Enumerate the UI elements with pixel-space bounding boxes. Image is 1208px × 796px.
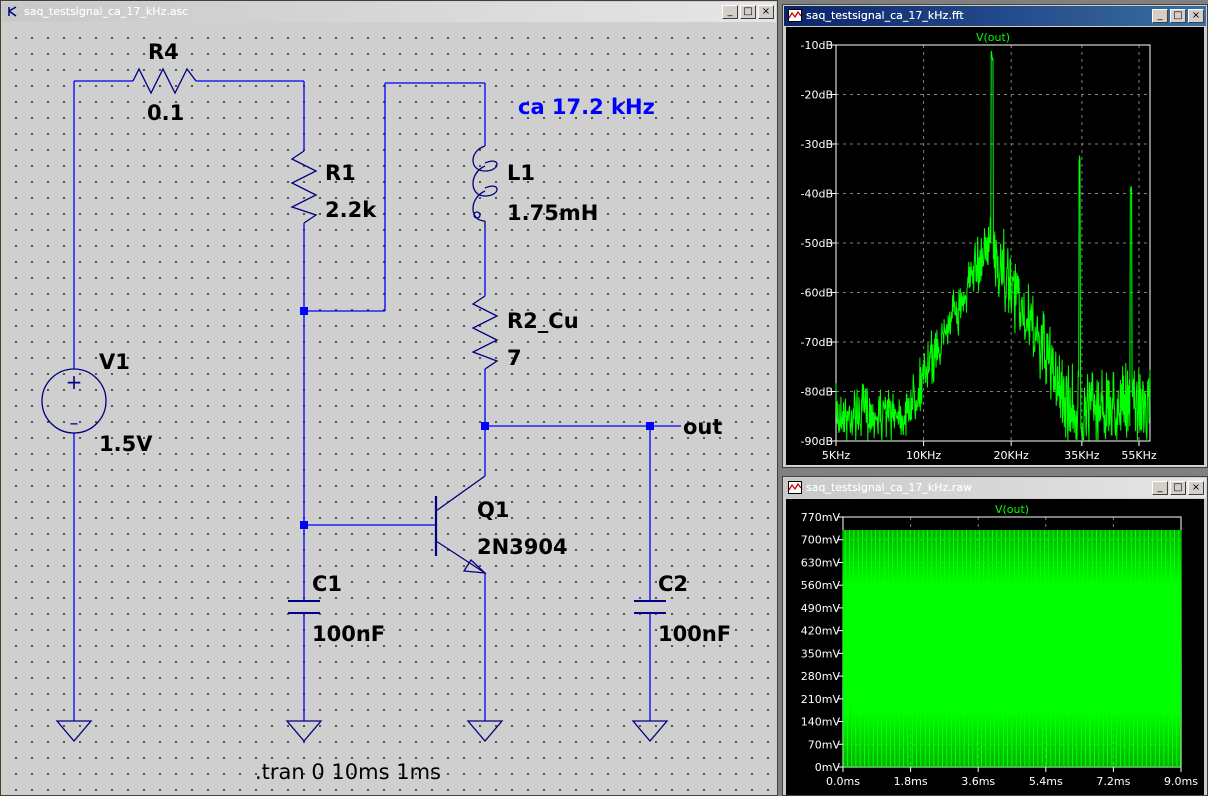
c2-name: C2 bbox=[658, 572, 688, 596]
fft-y-tick-label: -50dB bbox=[801, 237, 834, 250]
r1-symbol bbox=[290, 150, 318, 224]
raw-x-tick-label: 1.8ms bbox=[894, 775, 928, 788]
r4-value: 0.1 bbox=[147, 101, 184, 125]
raw-y-tick-label: 140mV bbox=[801, 716, 841, 729]
raw-y-tick-label: 420mV bbox=[801, 625, 841, 638]
waveform-app-icon bbox=[788, 9, 802, 22]
fft-window[interactable]: saq_testsignal_ca_17_kHz.fft _ □ × -10dB… bbox=[782, 4, 1208, 468]
r1-value: 2.2k bbox=[325, 198, 377, 222]
raw-y-tick-label: 560mV bbox=[801, 579, 841, 592]
l1-symbol bbox=[472, 145, 498, 229]
r2-name: R2_Cu bbox=[507, 309, 579, 333]
raw-window-title: saq_testsignal_ca_17_kHz.raw bbox=[806, 481, 973, 494]
raw-y-tick-label: 210mV bbox=[801, 693, 841, 706]
fft-x-tick-label: 10KHz bbox=[906, 449, 941, 462]
r4-name: R4 bbox=[148, 40, 179, 64]
raw-y-tick-label: 70mV bbox=[808, 738, 841, 751]
fft-x-tick-label: 55KHz bbox=[1121, 449, 1156, 462]
schematic-maximize-button[interactable]: □ bbox=[740, 5, 756, 19]
schematic-close-button[interactable]: × bbox=[758, 5, 774, 19]
fft-y-tick-label: -90dB bbox=[801, 435, 834, 448]
raw-plot-area[interactable]: 770mV 700mV 630mV 560mV 490mV 420mV 350mV 280mV… bbox=[786, 499, 1204, 795]
raw-y-tick-label: 700mV bbox=[801, 534, 841, 547]
schematic-drawing: + – R4 0.1 R1 2.2k L1 1.75mH R2_Cu 7 V1 … bbox=[41, 40, 731, 784]
frequency-annotation[interactable]: ca 17.2 kHz bbox=[518, 95, 655, 119]
fft-chart[interactable]: -10dB -20dB -30dB -40dB -50dB -60dB -70dB -80dB… bbox=[786, 27, 1204, 465]
raw-y-tick-label: 280mV bbox=[801, 670, 841, 683]
fft-y-tick-label: -10dB bbox=[801, 39, 834, 52]
c2-symbol bbox=[634, 600, 666, 614]
schematic-canvas[interactable]: + – R4 0.1 R1 2.2k L1 1.75mH R2_Cu 7 V1 … bbox=[6, 23, 777, 795]
q1-value: 2N3904 bbox=[477, 535, 568, 559]
fft-y-tick-label: -40dB bbox=[801, 188, 834, 201]
fft-window-title: saq_testsignal_ca_17_kHz.fft bbox=[806, 9, 964, 22]
fft-y-tick-label: -30dB bbox=[801, 138, 834, 151]
ground-symbol-v1 bbox=[55, 720, 93, 743]
c1-symbol bbox=[288, 600, 320, 614]
v1-minus-sign: – bbox=[70, 413, 79, 434]
schematic-window[interactable]: saq_testsignal_ca_17_kHz.asc _ □ × + – R… bbox=[0, 0, 778, 796]
fft-x-tick-label: 20KHz bbox=[994, 449, 1029, 462]
raw-x-tick-label: 3.6ms bbox=[961, 775, 995, 788]
raw-y-tick-label: 770mV bbox=[801, 511, 841, 524]
ground-symbol-c1 bbox=[285, 720, 323, 743]
raw-y-tick-label: 350mV bbox=[801, 647, 841, 660]
raw-chart[interactable]: 770mV 700mV 630mV 560mV 490mV 420mV 350mV 280mV… bbox=[786, 499, 1204, 795]
fft-close-button[interactable]: × bbox=[1188, 9, 1204, 23]
raw-x-tick-label: 5.4ms bbox=[1029, 775, 1063, 788]
net-label-out[interactable]: out bbox=[683, 415, 722, 439]
schematic-app-icon bbox=[8, 6, 17, 17]
r1-name: R1 bbox=[325, 161, 356, 185]
fft-y-tick-label: -80dB bbox=[801, 386, 834, 399]
spice-directive[interactable]: .tran 0 10ms 1ms bbox=[255, 760, 441, 784]
fft-maximize-button[interactable]: □ bbox=[1170, 9, 1186, 23]
c1-value: 100nF bbox=[312, 622, 385, 646]
raw-maximize-button[interactable]: □ bbox=[1170, 481, 1186, 495]
schematic-window-title: saq_testsignal_ca_17_kHz.asc bbox=[24, 5, 189, 18]
q1-name: Q1 bbox=[477, 498, 509, 522]
fft-titlebar[interactable]: saq_testsignal_ca_17_kHz.fft _ □ × bbox=[784, 6, 1206, 26]
r2-symbol bbox=[471, 295, 499, 370]
fft-trace-title: V(out) bbox=[976, 31, 1010, 44]
raw-y-tick-label: 0mV bbox=[815, 761, 841, 774]
l1-name: L1 bbox=[507, 161, 535, 185]
fft-y-tick-label: -70dB bbox=[801, 336, 834, 349]
fft-minimize-button[interactable]: _ bbox=[1152, 9, 1168, 23]
ground-symbol-q1 bbox=[466, 720, 504, 743]
fft-x-tick-label: 5KHz bbox=[822, 449, 850, 462]
fft-y-tick-label: -60dB bbox=[801, 287, 834, 300]
fft-trace-vout bbox=[835, 50, 1151, 442]
raw-trace-title: V(out) bbox=[995, 503, 1029, 516]
c2-value: 100nF bbox=[658, 622, 731, 646]
fft-x-tick-label: 35KHz bbox=[1064, 449, 1099, 462]
raw-minimize-button[interactable]: _ bbox=[1152, 481, 1168, 495]
v1-value: 1.5V bbox=[99, 432, 153, 456]
junction-dots bbox=[300, 307, 654, 529]
v1-name: V1 bbox=[99, 350, 130, 374]
raw-y-tick-label: 630mV bbox=[801, 556, 841, 569]
c1-name: C1 bbox=[312, 572, 342, 596]
raw-close-button[interactable]: × bbox=[1188, 481, 1204, 495]
l1-value: 1.75mH bbox=[507, 201, 598, 225]
r4-symbol bbox=[132, 67, 197, 95]
raw-trace-vout bbox=[842, 529, 1182, 768]
raw-window[interactable]: saq_testsignal_ca_17_kHz.raw _ □ × 770mV… bbox=[782, 476, 1208, 796]
r2-value: 7 bbox=[507, 346, 522, 370]
raw-x-tick-label: 7.2ms bbox=[1096, 775, 1130, 788]
ground-symbol-c2 bbox=[631, 720, 669, 743]
v1-plus-sign: + bbox=[66, 370, 83, 394]
raw-titlebar[interactable]: saq_testsignal_ca_17_kHz.raw _ □ × bbox=[784, 478, 1206, 498]
waveform-app-icon bbox=[788, 481, 802, 494]
schematic-titlebar[interactable]: saq_testsignal_ca_17_kHz.asc _ □ × bbox=[2, 2, 776, 22]
fft-y-tick-label: -20dB bbox=[801, 89, 834, 102]
raw-x-tick-label: 9.0ms bbox=[1164, 775, 1198, 788]
raw-y-tick-label: 490mV bbox=[801, 602, 841, 615]
fft-plot-area[interactable]: -10dB -20dB -30dB -40dB -50dB -60dB -70dB -80dB… bbox=[786, 27, 1204, 465]
schematic-minimize-button[interactable]: _ bbox=[722, 5, 738, 19]
raw-x-tick-label: 0.0ms bbox=[826, 775, 860, 788]
